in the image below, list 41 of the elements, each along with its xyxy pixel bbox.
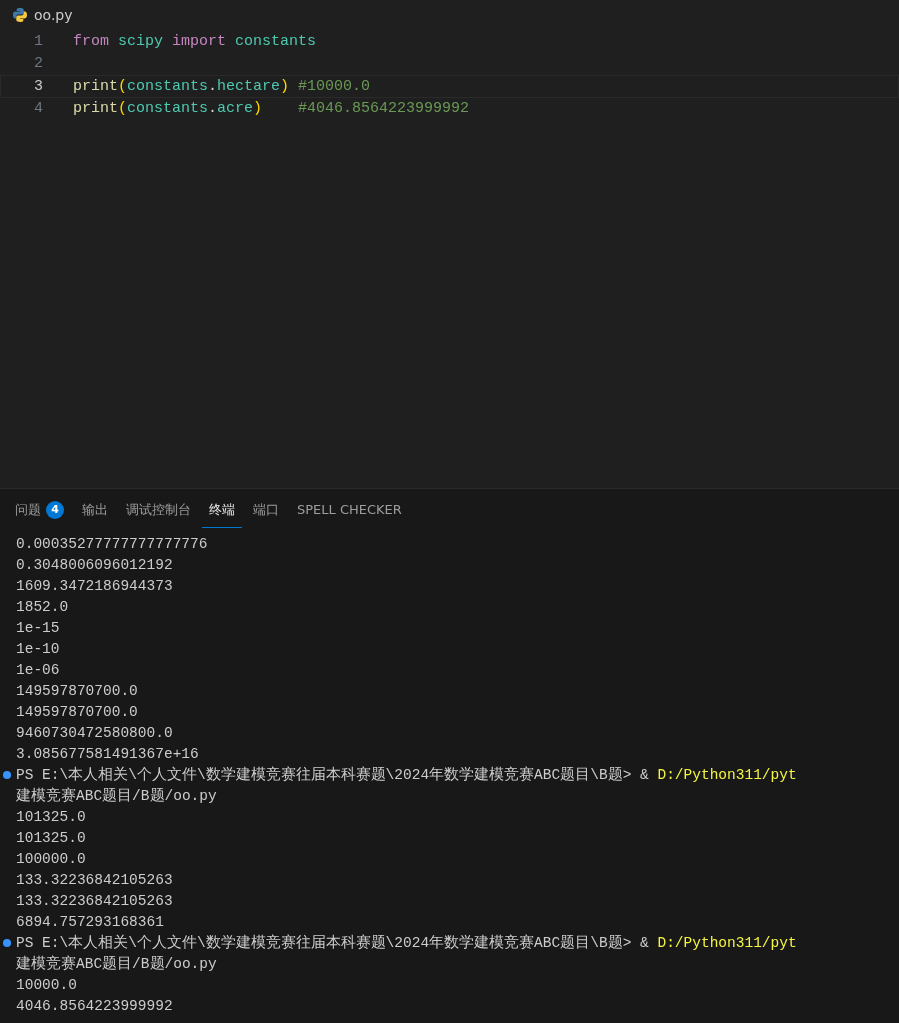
code-line: print(constants.hectare) #10000.0 <box>73 77 371 95</box>
code-line: print(constants.acre) #4046.8564223999992 <box>73 100 470 118</box>
terminal-prompt: PS E:\本人相关\个人文件\数学建模竞赛往届本科赛题\2024年数学建模竞赛ABC题目\B题> & D:/Python311/pyt <box>16 933 797 952</box>
terminal-output: 6894.757293168361 <box>16 913 164 930</box>
terminal-output: 101325.0 <box>16 808 86 825</box>
terminal-output: 133.32236842105263 <box>16 871 173 888</box>
terminal-output: 建模竞赛ABC题目/B题/oo.py <box>16 954 217 973</box>
terminal-output: 1e-06 <box>16 661 60 678</box>
line-number: 1 <box>33 32 43 50</box>
count-badge: 4 <box>46 500 64 519</box>
terminal-output: 4046.8564223999992 <box>16 997 173 1014</box>
terminal-output: 100000.0 <box>16 850 86 867</box>
code-line: from scipy import constants <box>73 32 317 50</box>
terminal-output: 9460730472580800.0 <box>16 724 173 741</box>
terminal-output: 1e-15 <box>16 619 60 636</box>
line-number: 2 <box>33 55 43 73</box>
line-number: 4 <box>33 100 43 118</box>
terminal-output: 1609.3472186944373 <box>16 577 173 594</box>
panel-tab[interactable]: 输出 <box>75 492 115 528</box>
panel-tab[interactable]: 端口 <box>246 492 286 528</box>
terminal-output: 10000.0 <box>16 976 77 993</box>
line-number: 3 <box>33 77 43 95</box>
panel-tab[interactable]: 问题 4 <box>8 492 71 528</box>
python-file-icon <box>12 7 28 23</box>
terminal-output: 建模竞赛ABC题目/B题/oo.py <box>16 786 217 805</box>
status-dot-icon <box>3 770 11 779</box>
terminal-output: 1e-10 <box>16 640 60 657</box>
file-tab[interactable]: oo.py <box>0 0 83 30</box>
terminal-output: 133.32236842105263 <box>16 892 173 909</box>
terminal-output: 0.00035277777777777776 <box>16 535 208 552</box>
terminal-output: 149597870700.0 <box>16 703 138 720</box>
panel-tab[interactable]: SPELL CHECKER <box>290 494 409 526</box>
terminal-output: 1852.0 <box>16 598 69 615</box>
terminal-output: 3.085677581491367e+16 <box>16 745 199 762</box>
terminal-output: 101325.0 <box>16 829 86 846</box>
terminal-output: 0.3048006096012192 <box>16 556 173 573</box>
terminal-output: 149597870700.0 <box>16 682 138 699</box>
panel-tab[interactable]: 终端 <box>202 492 242 528</box>
terminal-prompt: PS E:\本人相关\个人文件\数学建模竞赛往届本科赛题\2024年数学建模竞赛ABC题目\B题> & D:/Python311/pyt <box>16 765 797 784</box>
status-dot-icon <box>3 938 11 947</box>
panel-tab[interactable]: 调试控制台 <box>119 492 198 528</box>
